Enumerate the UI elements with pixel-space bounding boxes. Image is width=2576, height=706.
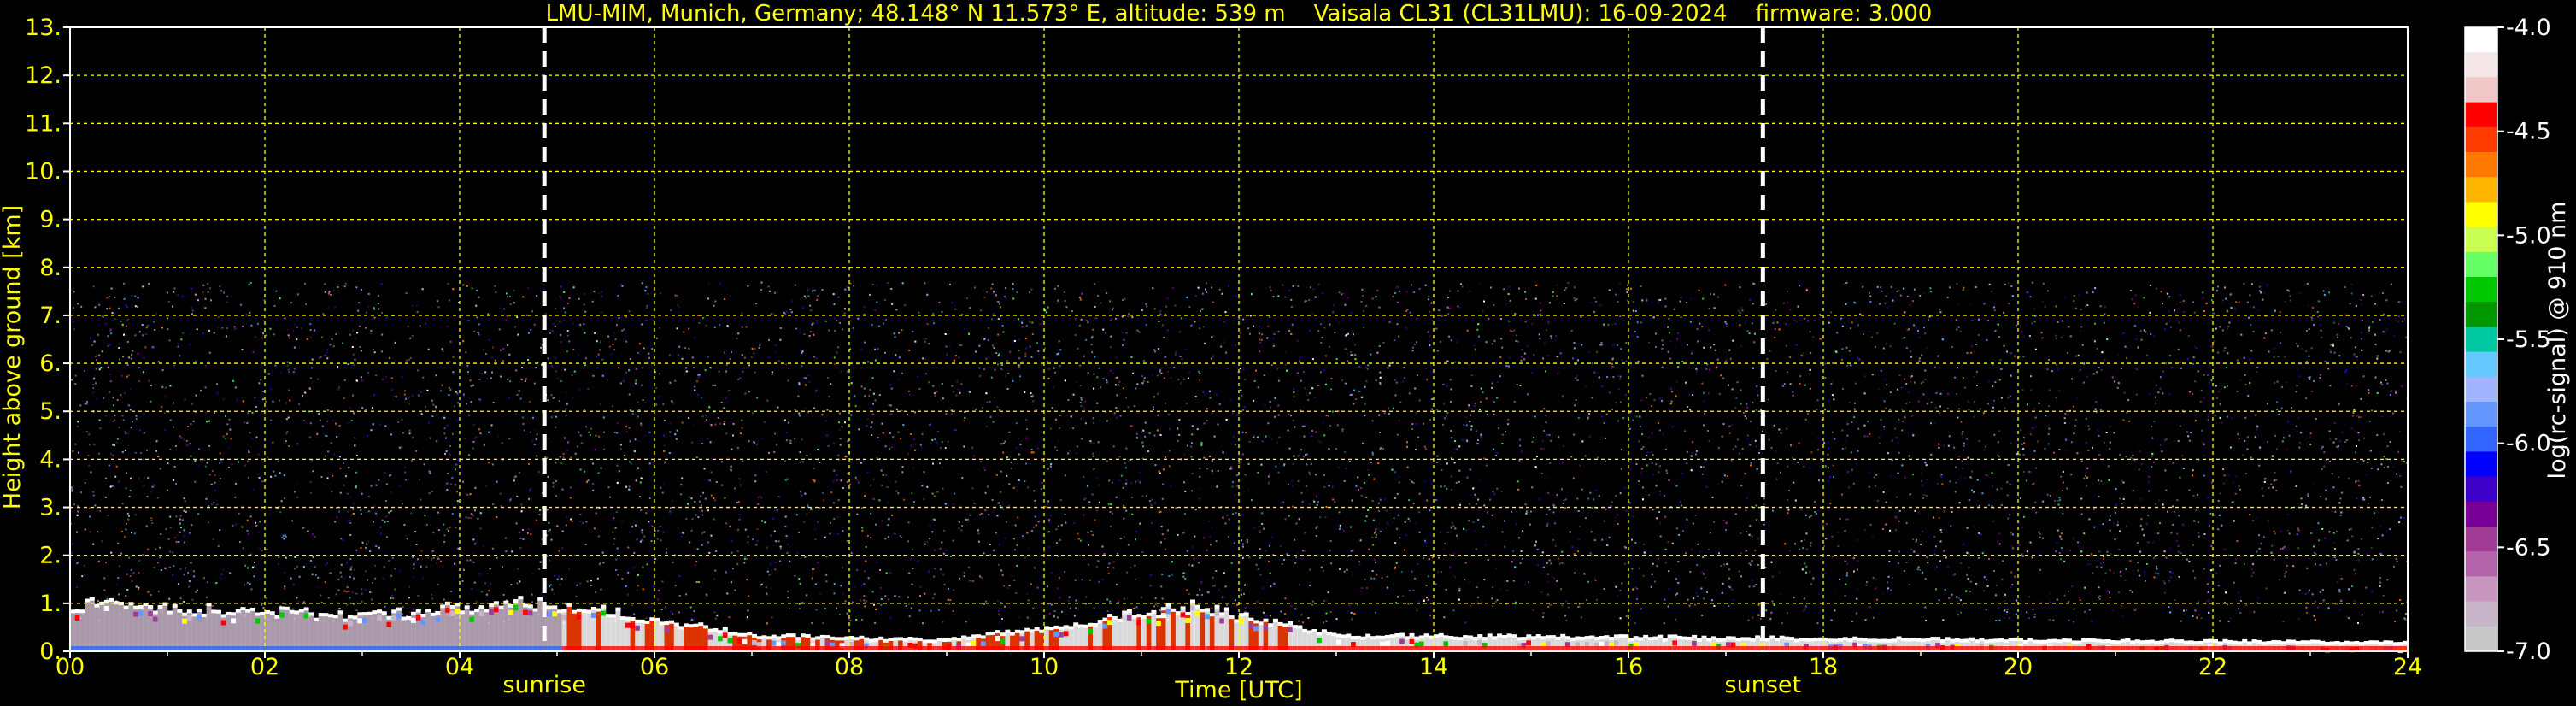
x-tick-label: 20	[2004, 654, 2033, 680]
chart-title: LMU-MIM, Munich, Germany; 48.148° N 11.5…	[546, 1, 1933, 26]
plot-area	[70, 27, 2409, 654]
lidar-backscatter-chart: sunrise sunset 00 02 04 06 08 10 12 14 16 18 20 22 24…	[0, 0, 2576, 706]
colorbar-segment	[2465, 126, 2497, 153]
colorbar-segment	[2465, 277, 2497, 303]
y-tick-label: 5.	[39, 398, 62, 425]
colorbar-segment	[2465, 227, 2497, 253]
y-tick-label: 2.	[39, 543, 62, 569]
y-tick-label: 3.	[39, 495, 62, 521]
event-label: sunset	[1725, 672, 1802, 698]
event-label: sunrise	[502, 672, 586, 698]
x-tick-label: 10	[1030, 654, 1059, 680]
colorbar-segment	[2465, 152, 2497, 178]
colorbar-segment	[2465, 576, 2497, 603]
colorbar-tick-label: -4.5	[2506, 119, 2551, 145]
colorbar-segment	[2465, 327, 2497, 353]
y-tick-label: 6.	[39, 350, 62, 377]
colorbar-segment	[2465, 77, 2497, 103]
y-tick-label: 4.	[39, 446, 62, 473]
x-tick-label: 16	[1614, 654, 1643, 680]
colorbar-segment	[2465, 501, 2497, 527]
colorbar-segment	[2465, 351, 2497, 378]
colorbar-segment	[2465, 601, 2497, 627]
y-tick-label: 10.	[25, 158, 62, 185]
colorbar-segment	[2465, 251, 2497, 278]
y-tick-label: 8.	[39, 255, 62, 281]
y-tick-label: 9.	[39, 207, 62, 233]
colorbar-segment	[2465, 402, 2497, 427]
y-tick-label: 13.	[25, 15, 62, 41]
colorbar-segment	[2465, 376, 2497, 403]
y-tick-label: 7.	[39, 303, 62, 329]
colorbar-segment	[2465, 476, 2497, 503]
x-tick-label: 06	[640, 654, 669, 680]
x-tick-label: 08	[835, 654, 864, 680]
colorbar-segment	[2465, 551, 2497, 577]
colorbar-segment	[2465, 202, 2497, 228]
y-tick-label: 11.	[25, 110, 62, 137]
colorbar-tick-label: -6.5	[2506, 534, 2551, 561]
colorbar-segment	[2465, 52, 2497, 78]
colorbar-segment	[2465, 177, 2497, 203]
x-tick-label: 24	[2393, 654, 2422, 680]
y-axis-label: Height above ground [km]	[0, 205, 26, 509]
x-tick-label: 14	[1419, 654, 1448, 680]
x-tick-label: 22	[2198, 654, 2227, 680]
x-tick-label: 02	[250, 654, 279, 680]
x-axis-label: Time [UTC]	[1174, 677, 1302, 703]
colorbar-segment	[2465, 451, 2497, 478]
colorbar-tick-label: -4.0	[2506, 15, 2551, 41]
y-tick-label: 12.	[25, 62, 62, 89]
colorbar-segment	[2465, 27, 2497, 53]
colorbar-segment	[2465, 527, 2497, 552]
x-tick-label: 04	[445, 654, 474, 680]
colorbar-segment	[2465, 626, 2497, 652]
colorbar-label: log(rc-signal) @ 910 nm	[2544, 202, 2571, 479]
y-tick-label: 1.	[39, 591, 62, 617]
x-tick-label: 18	[1809, 654, 1838, 680]
colorbar-segment	[2465, 102, 2497, 128]
y-tick-label: 0.	[39, 638, 62, 665]
colorbar-tick-label: -7.0	[2506, 638, 2551, 665]
colorbar-segment	[2465, 302, 2497, 327]
colorbar-segment	[2465, 427, 2497, 452]
